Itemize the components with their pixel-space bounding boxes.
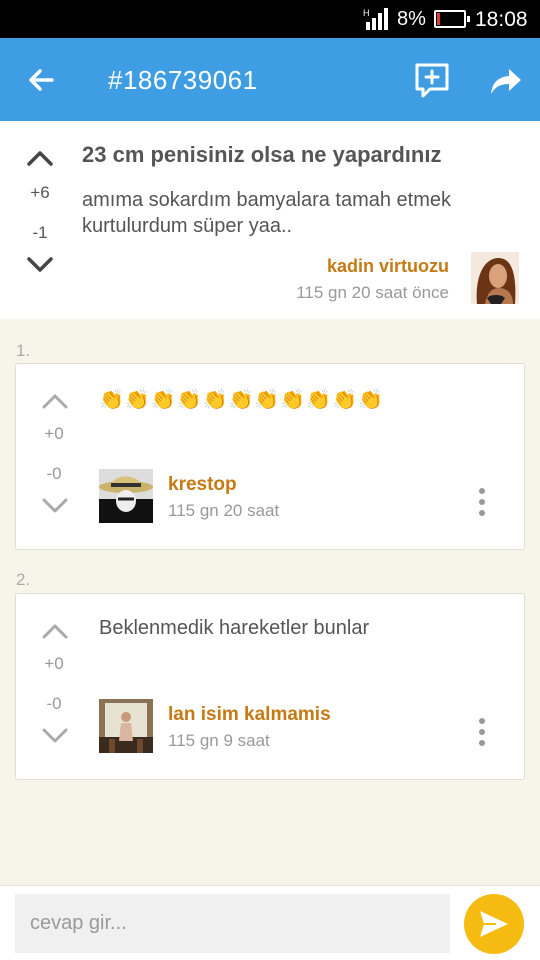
send-icon [480, 911, 508, 937]
more-options-icon[interactable] [474, 486, 490, 518]
entry-title: 23 cm penisiniz olsa ne yapardınız [82, 142, 442, 167]
comment-time: 115 gn 9 saat [168, 731, 270, 750]
comment-downvote-count: -0 [46, 464, 62, 483]
svg-text:H: H [363, 8, 370, 18]
comment-time: 115 gn 20 saat [168, 501, 280, 520]
comment-author[interactable]: krestop [168, 474, 237, 496]
entry-author[interactable]: kadin virtuozu [327, 256, 449, 277]
upvote-chevron-icon[interactable] [25, 147, 55, 169]
entry-upvote-count: +6 [30, 183, 50, 202]
comment-downvote-count: -0 [46, 694, 62, 713]
reply-bar [0, 885, 540, 960]
add-comment-icon[interactable] [413, 61, 451, 99]
comment-upvote-count: +0 [44, 424, 64, 443]
downvote-chevron-icon[interactable] [40, 495, 70, 517]
reply-input[interactable] [15, 894, 450, 953]
entry-card: +6 -1 23 cm penisiniz olsa ne yapardınız… [0, 121, 540, 319]
signal-icon: H [363, 8, 388, 30]
upvote-chevron-icon[interactable] [40, 620, 70, 642]
entry-author-avatar[interactable] [471, 252, 519, 304]
comment-author-avatar[interactable] [99, 469, 153, 523]
downvote-chevron-icon[interactable] [40, 725, 70, 747]
comment-author-avatar[interactable] [99, 699, 153, 753]
comment-number: 1. [16, 341, 31, 360]
status-time: 18:08 [475, 8, 528, 31]
battery-icon [434, 10, 470, 28]
comment-upvote-count: +0 [44, 654, 64, 673]
comment-text: 👏👏👏👏👏👏👏👏👏👏👏 [99, 389, 384, 411]
comment-author[interactable]: lan isim kalmamis [168, 704, 331, 726]
app-bar: #186739061 [0, 38, 540, 121]
downvote-chevron-icon[interactable] [25, 254, 55, 276]
entry-body: amıma sokardım bamyalara tamah etmek kur… [82, 189, 452, 237]
send-button[interactable] [464, 894, 524, 954]
more-options-icon[interactable] [474, 716, 490, 748]
back-arrow-icon[interactable] [22, 60, 62, 100]
entry-id-title: #186739061 [108, 65, 258, 95]
comment-number: 2. [16, 570, 31, 589]
entry-time: 115 gn 20 saat önce [296, 283, 449, 302]
entry-downvote-count: -1 [32, 223, 48, 242]
comment-text: Beklenmedik hareketler bunlar [99, 617, 370, 639]
comment-card: +0 -0 Beklenmedik hareketler bunlar lan … [15, 593, 525, 780]
upvote-chevron-icon[interactable] [40, 390, 70, 412]
comment-card: +0 -0 👏👏👏👏👏👏👏👏👏👏👏 krestop 115 gn 20 saat [15, 363, 525, 550]
status-bar: H 8% 18:08 [0, 0, 540, 38]
battery-percent: 8% [397, 8, 426, 30]
share-icon[interactable] [487, 61, 525, 99]
